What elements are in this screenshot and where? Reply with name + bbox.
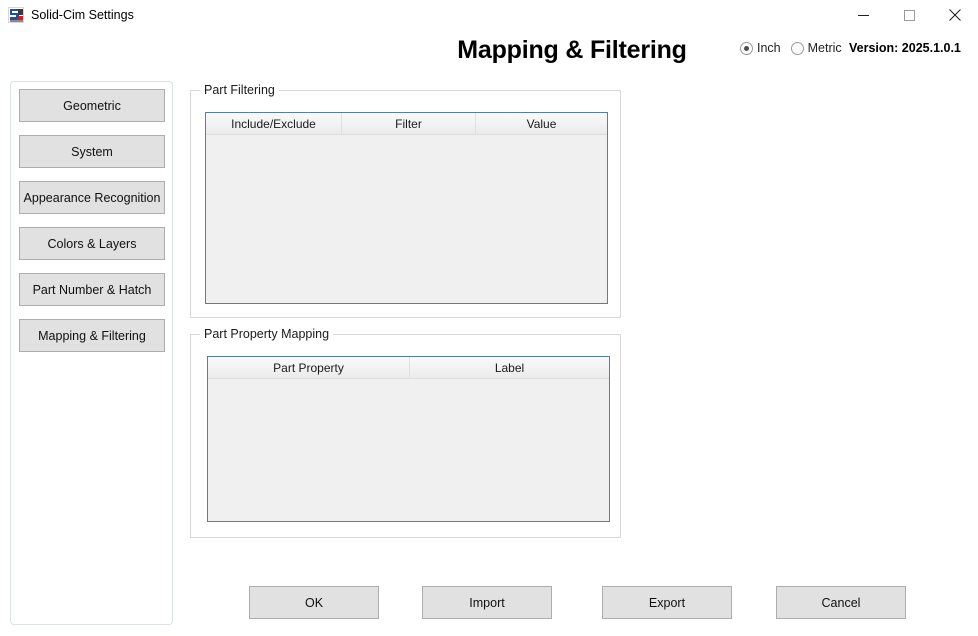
sidebar-item-part-number-and-hatch[interactable]: Part Number & Hatch [19,273,165,306]
sidebar-item-mapping-and-filtering[interactable]: Mapping & Filtering [19,319,165,352]
units-radio-group: Inch Metric [740,41,848,55]
minimize-button[interactable] [840,0,886,30]
radio-metric[interactable] [790,41,804,55]
part-property-mapping-table[interactable]: Part Property Label [207,356,610,522]
title-bar: Solid-Cim Settings [0,0,978,30]
close-icon [949,9,961,21]
part-filtering-group: Part Filtering Include/Exclude Filter Va… [190,83,621,318]
column-header-value[interactable]: Value [476,113,607,134]
part-property-mapping-header-row: Part Property Label [208,357,609,379]
part-filtering-table[interactable]: Include/Exclude Filter Value [205,112,608,304]
maximize-icon [903,9,915,21]
minimize-icon [857,14,869,16]
cancel-button[interactable]: Cancel [776,586,906,619]
window-title: Solid-Cim Settings [31,8,134,22]
column-header-include-exclude[interactable]: Include/Exclude [206,113,342,134]
window-controls [840,0,978,30]
part-filtering-legend: Part Filtering [200,83,279,97]
part-property-mapping-group: Part Property Mapping Part Property Labe… [190,327,621,538]
sidebar-item-colors-and-layers[interactable]: Colors & Layers [19,227,165,260]
close-button[interactable] [932,0,978,30]
app-logo-icon [8,7,24,23]
part-property-mapping-legend: Part Property Mapping [200,327,334,341]
radio-metric-label: Metric [807,41,842,55]
export-button[interactable]: Export [602,586,732,619]
ok-button[interactable]: OK [249,586,379,619]
column-header-label[interactable]: Label [410,357,609,378]
import-button[interactable]: Import [422,586,552,619]
column-header-filter[interactable]: Filter [342,113,476,134]
sidebar-item-geometric[interactable]: Geometric [19,89,165,122]
part-property-mapping-rows[interactable] [208,379,609,521]
column-header-part-property[interactable]: Part Property [208,357,410,378]
maximize-button[interactable] [886,0,932,30]
sidebar-item-system[interactable]: System [19,135,165,168]
radio-inch[interactable] [740,41,753,55]
part-filtering-header-row: Include/Exclude Filter Value [206,113,607,135]
part-filtering-rows[interactable] [206,135,607,303]
version-label: Version: 2025.1.0.1 [849,41,961,55]
sidebar-panel: Geometric System Appearance Recognition … [10,81,173,625]
sidebar-item-appearance-recognition[interactable]: Appearance Recognition [19,181,165,214]
page-title: Mapping & Filtering [457,36,687,64]
radio-inch-label: Inch [757,41,781,55]
